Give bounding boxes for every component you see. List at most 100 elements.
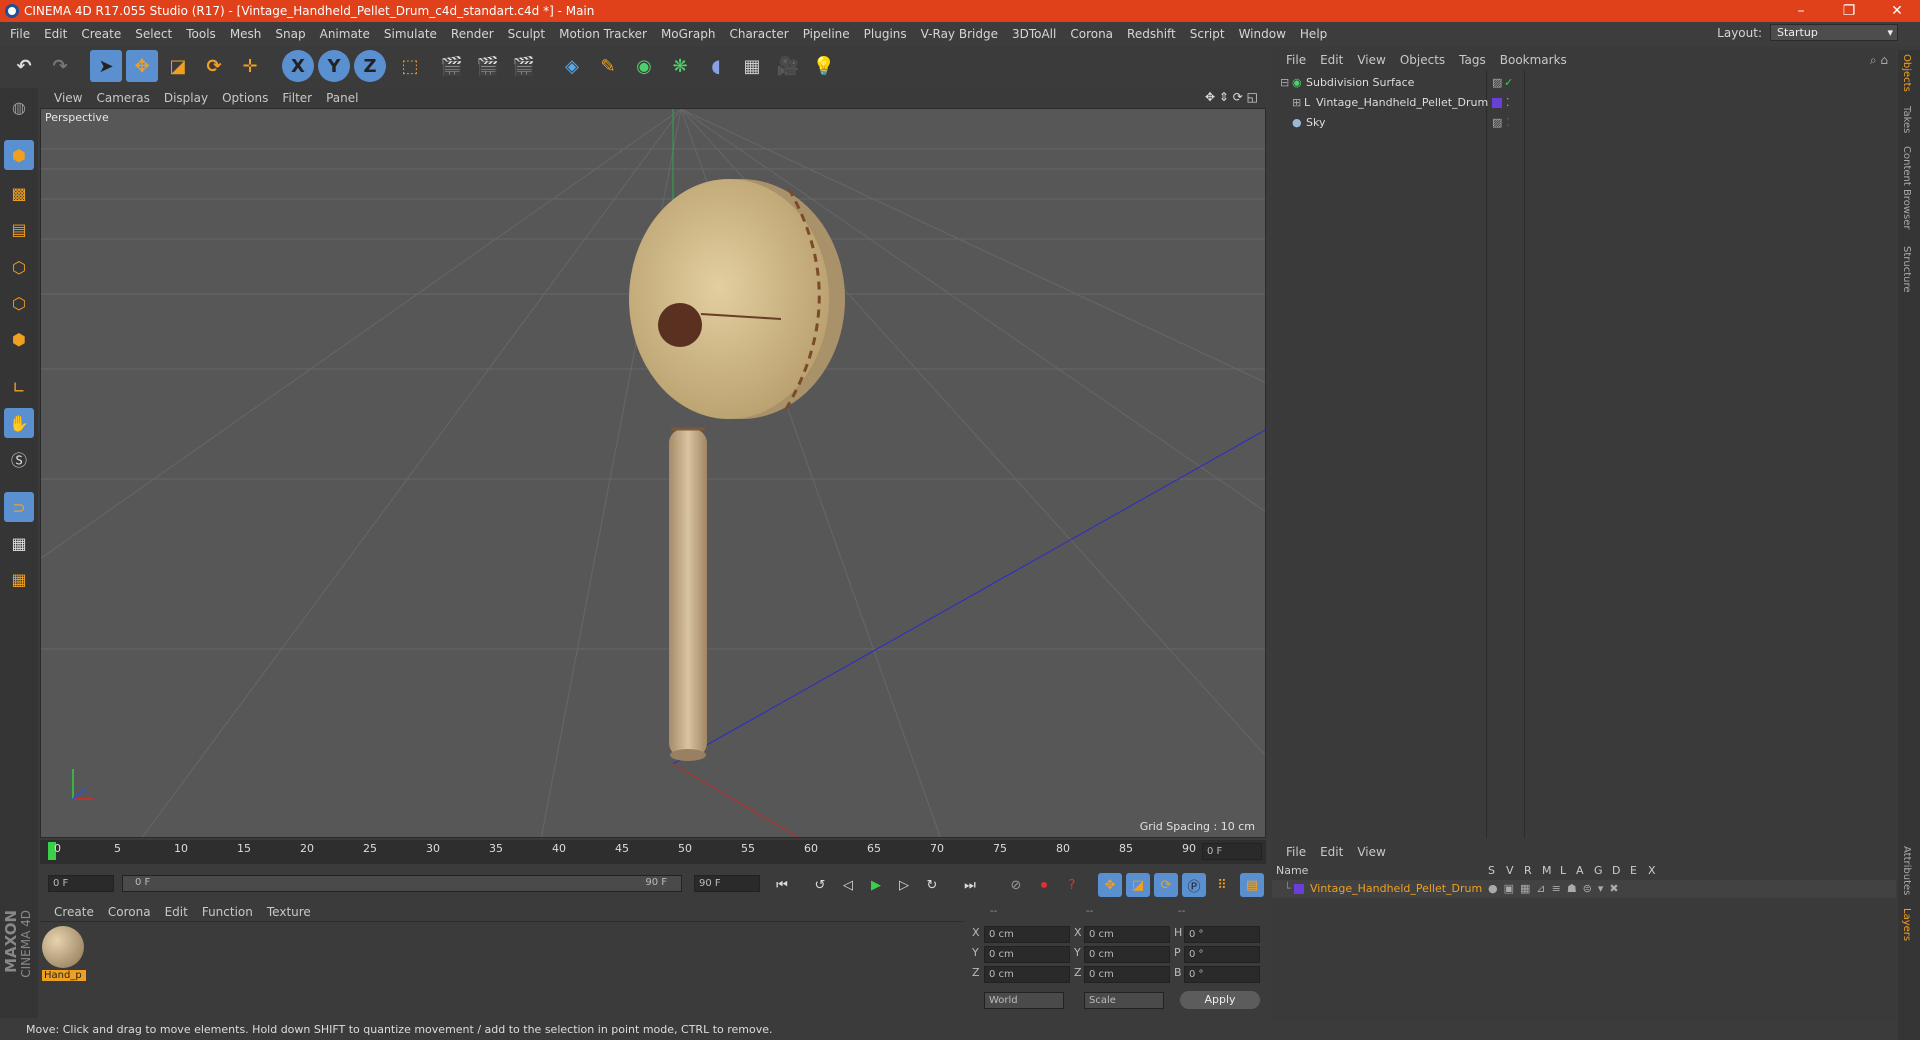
next-key-icon[interactable]: ↻: [920, 873, 944, 897]
minimize-button[interactable]: –: [1778, 0, 1824, 22]
mograph-cloner-icon[interactable]: ❋: [664, 50, 696, 82]
next-frame-icon[interactable]: ▷: [892, 873, 916, 897]
object-row[interactable]: ⊞ L Vintage_Handheld_Pellet_Drum ⁚: [1272, 94, 1896, 112]
cube-primitive-icon[interactable]: ◈: [556, 50, 588, 82]
viewport-menu-filter[interactable]: Filter: [282, 91, 312, 105]
enabled-check-icon[interactable]: ✓: [1504, 74, 1513, 92]
key-position-icon[interactable]: ✥: [1098, 873, 1122, 897]
edges-mode-icon[interactable]: ⬡: [4, 288, 34, 318]
viewport-nav-icons[interactable]: ✥ ⇕ ⟳ ◱: [1205, 90, 1258, 104]
range-slider[interactable]: 0 F 90 F: [122, 875, 682, 892]
light-icon[interactable]: 💡: [808, 50, 840, 82]
menu-plugins[interactable]: Plugins: [864, 27, 907, 41]
layer-menu-file[interactable]: File: [1286, 845, 1306, 859]
layer-menu-edit[interactable]: Edit: [1320, 845, 1343, 859]
scale-icon[interactable]: ◪: [162, 50, 194, 82]
menu-animate[interactable]: Animate: [320, 27, 370, 41]
menu-script[interactable]: Script: [1190, 27, 1225, 41]
material-menu-create[interactable]: Create: [54, 905, 94, 919]
size-y-field[interactable]: 0 cm: [1084, 946, 1170, 963]
menu-edit[interactable]: Edit: [44, 27, 67, 41]
menu-mograph[interactable]: MoGraph: [661, 27, 716, 41]
menu-create[interactable]: Create: [81, 27, 121, 41]
axis-z-button[interactable]: Z: [354, 50, 386, 82]
spline-pen-icon[interactable]: ✎: [592, 50, 624, 82]
material-swatch[interactable]: Hand_p: [42, 926, 86, 986]
menu-render[interactable]: Render: [451, 27, 494, 41]
render-view-icon[interactable]: 🎬: [436, 50, 468, 82]
model-mode-icon[interactable]: ⬢: [4, 140, 34, 170]
object-row[interactable]: ● Sky ▨ ⁚: [1272, 114, 1896, 132]
end-frame-field[interactable]: 90 F: [694, 875, 760, 892]
menu-simulate[interactable]: Simulate: [384, 27, 437, 41]
viewport-menu-cameras[interactable]: Cameras: [96, 91, 149, 105]
rot-p-field[interactable]: 0 °: [1184, 946, 1260, 963]
scale-dropdown[interactable]: Scale: [1084, 992, 1164, 1009]
viewport-menu-options[interactable]: Options: [222, 91, 268, 105]
layer-menu-view[interactable]: View: [1357, 845, 1385, 859]
layout-select[interactable]: Startup ▾: [1770, 24, 1898, 41]
coordinate-system-icon[interactable]: ⬚: [394, 50, 426, 82]
render-picture-viewer-icon[interactable]: 🎬: [472, 50, 504, 82]
keyframe-record-off-icon[interactable]: ⊘: [1004, 873, 1028, 897]
menu-select[interactable]: Select: [135, 27, 172, 41]
tab-objects[interactable]: Objects: [1901, 54, 1912, 92]
object-manager-search-icon[interactable]: ⌕ ⌂: [1870, 53, 1888, 68]
play-icon[interactable]: ▶: [864, 873, 888, 897]
start-frame-field[interactable]: 0 F: [48, 875, 114, 892]
layer-col-manager[interactable]: M: [1542, 864, 1552, 877]
material-menu-texture[interactable]: Texture: [267, 905, 311, 919]
layer-col-solo[interactable]: S: [1488, 864, 1495, 877]
timeline-ruler[interactable]: 0 5 10 15 20 25 30 35 40 45 50 55 60 65 …: [40, 840, 1266, 864]
rot-h-field[interactable]: 0 °: [1184, 926, 1260, 943]
object-menu-tags[interactable]: Tags: [1459, 53, 1486, 67]
object-menu-edit[interactable]: Edit: [1320, 53, 1343, 67]
timeline-window-icon[interactable]: ▤: [1240, 873, 1264, 897]
layer-col-name[interactable]: Name: [1276, 864, 1308, 877]
menu-mesh[interactable]: Mesh: [230, 27, 262, 41]
floor-icon[interactable]: ▦: [736, 50, 768, 82]
apply-button[interactable]: Apply: [1180, 991, 1260, 1009]
camera-icon[interactable]: 🎥: [772, 50, 804, 82]
viewport-menu-display[interactable]: Display: [164, 91, 208, 105]
key-scale-icon[interactable]: ◪: [1126, 873, 1150, 897]
size-z-field[interactable]: 0 cm: [1084, 966, 1170, 983]
redo-icon[interactable]: ↷: [44, 50, 76, 82]
menu-window[interactable]: Window: [1239, 27, 1286, 41]
layer-col-view[interactable]: V: [1506, 864, 1514, 877]
menu-motion-tracker[interactable]: Motion Tracker: [559, 27, 647, 41]
tab-takes[interactable]: Takes: [1901, 106, 1912, 133]
snap-icon[interactable]: Ⓢ: [4, 444, 34, 474]
render-off-dot-icon[interactable]: ⁚: [1506, 114, 1510, 132]
visibility-dots-icon[interactable]: ▨: [1492, 114, 1502, 132]
planar-workplane-icon[interactable]: ▦: [4, 564, 34, 594]
axis-y-button[interactable]: Y: [318, 50, 350, 82]
lock-workplane-icon[interactable]: ▦: [4, 528, 34, 558]
undo-icon[interactable]: ↶: [8, 50, 40, 82]
world-dropdown[interactable]: World: [984, 992, 1064, 1009]
polygons-mode-icon[interactable]: ⬢: [4, 324, 34, 354]
tab-structure[interactable]: Structure: [1901, 246, 1912, 293]
visibility-dots-icon[interactable]: ⁚: [1506, 94, 1510, 112]
prev-frame-icon[interactable]: ◁: [836, 873, 860, 897]
viewport-menu-view[interactable]: View: [54, 91, 82, 105]
viewport-menu-panel[interactable]: Panel: [326, 91, 358, 105]
key-param-icon[interactable]: Ⓟ: [1182, 873, 1206, 897]
layer-flag-icons[interactable]: ●▣▦⊿≡☗⊜▾✖: [1488, 880, 1625, 898]
texture-mode-icon[interactable]: ▩: [4, 178, 34, 208]
menu-character[interactable]: Character: [729, 27, 788, 41]
object-menu-objects[interactable]: Objects: [1400, 53, 1445, 67]
layer-color-swatch[interactable]: [1492, 98, 1502, 108]
menu-snap[interactable]: Snap: [275, 27, 305, 41]
perspective-viewport[interactable]: Perspective Grid Spacing : 10 cm: [40, 108, 1266, 838]
subdivision-surface-icon[interactable]: ◉: [628, 50, 660, 82]
menu-tools[interactable]: Tools: [186, 27, 216, 41]
layer-row[interactable]: └ Vintage_Handheld_Pellet_Drum ●▣▦⊿≡☗⊜▾✖: [1272, 880, 1896, 898]
layer-color-swatch[interactable]: [1294, 884, 1304, 894]
menu-redshift[interactable]: Redshift: [1127, 27, 1176, 41]
material-menu-edit[interactable]: Edit: [165, 905, 188, 919]
move-icon[interactable]: ✥: [126, 50, 158, 82]
pos-x-field[interactable]: 0 cm: [984, 926, 1070, 943]
current-frame-field[interactable]: 0 F: [1202, 843, 1262, 860]
pos-z-field[interactable]: 0 cm: [984, 966, 1070, 983]
